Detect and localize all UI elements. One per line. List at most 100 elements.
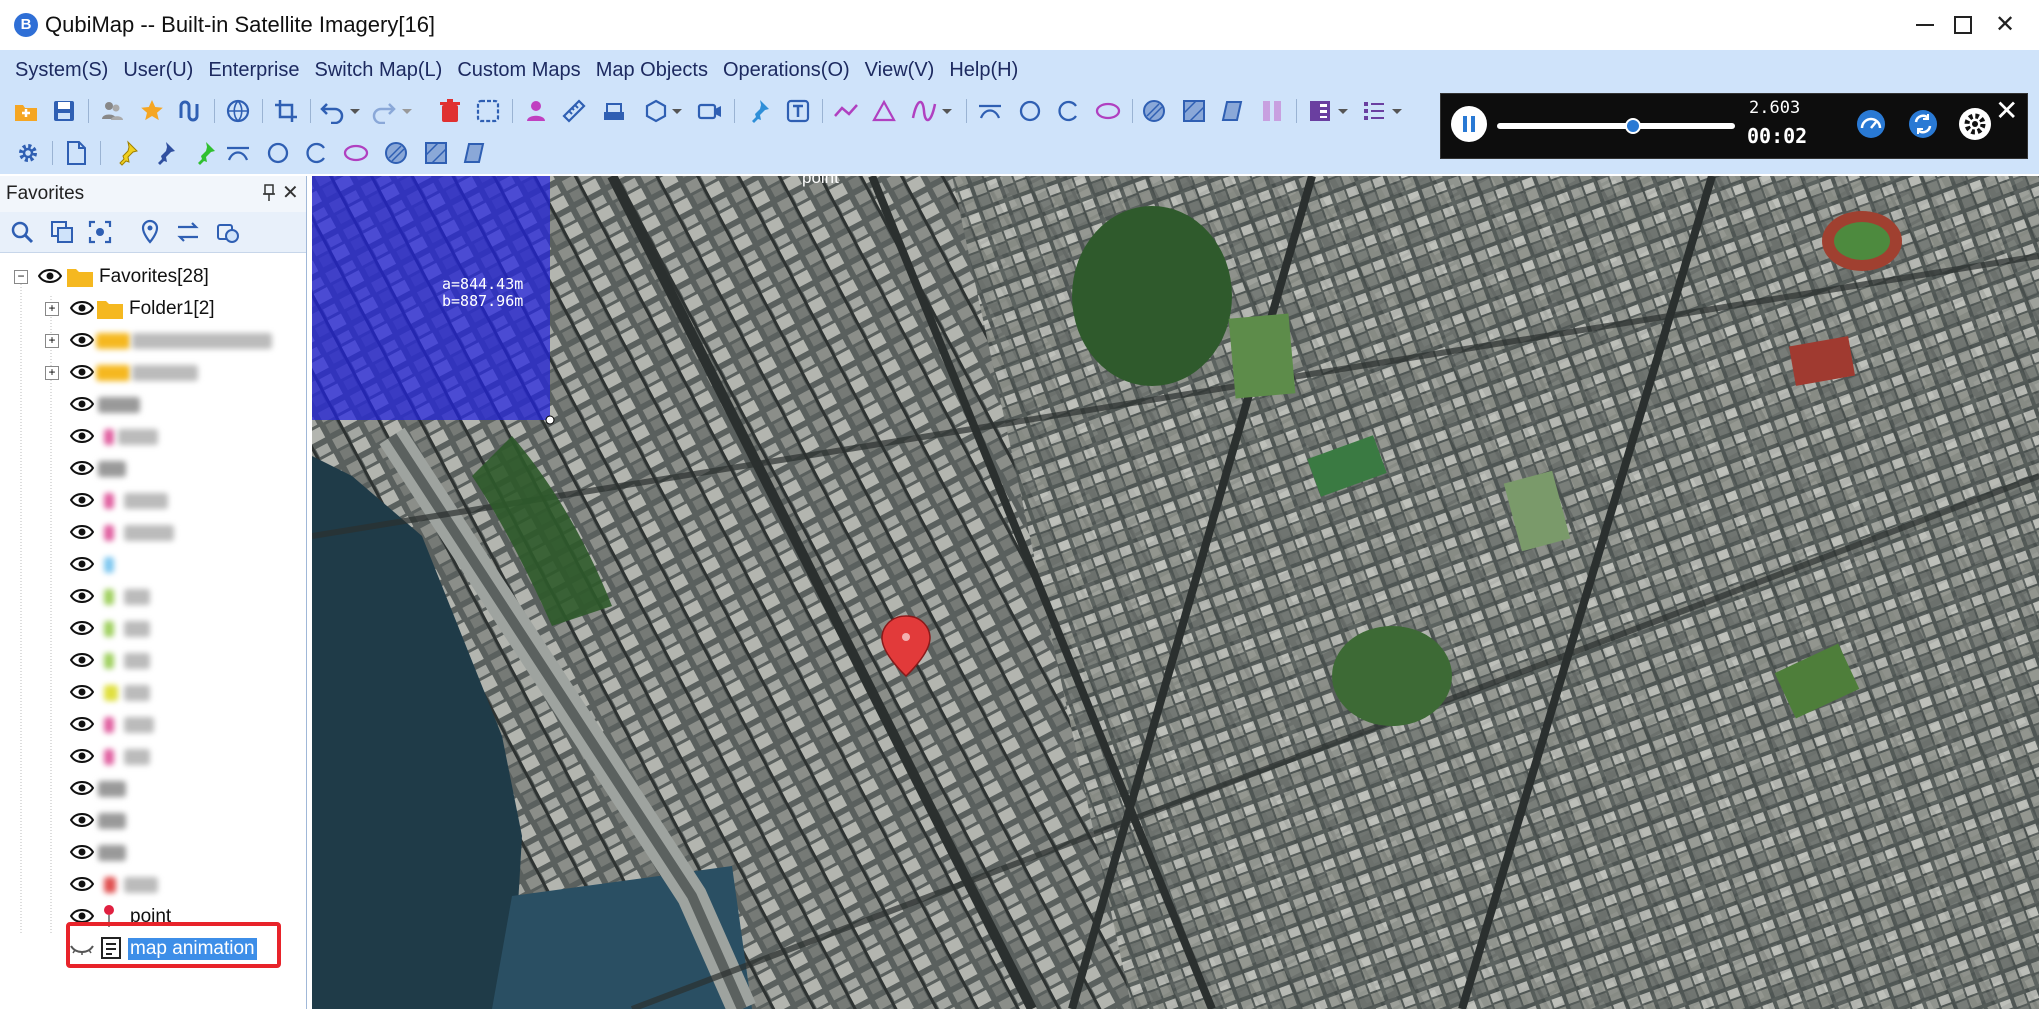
arc-icon-2[interactable] — [302, 139, 330, 167]
visibility-eye-icon[interactable] — [70, 619, 94, 637]
copy-icon[interactable] — [48, 218, 76, 246]
crop-icon[interactable] — [272, 97, 300, 125]
menu-map-objects[interactable]: Map Objects — [589, 50, 715, 90]
visibility-eye-icon[interactable] — [70, 459, 94, 477]
curve-icon[interactable] — [910, 97, 938, 125]
hatch-shape-icon-2[interactable] — [460, 139, 488, 167]
visibility-eye-icon[interactable] — [70, 555, 94, 573]
speedometer-icon[interactable] — [1853, 106, 1889, 142]
menu-switch-map[interactable]: Switch Map(L) — [308, 50, 450, 90]
pin-tool-icon[interactable] — [744, 97, 772, 125]
locate-user-icon[interactable] — [522, 97, 550, 125]
tree-item-blurred[interactable] — [0, 582, 306, 612]
player-settings-icon[interactable] — [1957, 106, 1993, 142]
tree-item-blurred[interactable] — [0, 390, 306, 420]
circle-icon-2[interactable] — [264, 139, 292, 167]
resize-handle[interactable] — [545, 415, 555, 425]
redo-icon[interactable] — [370, 97, 398, 125]
tree-item-blurred[interactable] — [0, 806, 306, 836]
tree-item-blurred[interactable] — [0, 550, 306, 580]
tree-item-blurred[interactable] — [0, 870, 306, 900]
pin-panel-icon[interactable] — [262, 184, 276, 202]
visibility-eye-icon[interactable] — [70, 811, 94, 829]
visibility-eye-icon[interactable] — [70, 523, 94, 541]
panel-icon[interactable] — [1306, 97, 1334, 125]
redo-dropdown-icon[interactable] — [400, 97, 414, 125]
visibility-eye-icon[interactable] — [38, 267, 62, 285]
visibility-eye-icon[interactable] — [70, 491, 94, 509]
star-icon[interactable] — [138, 97, 166, 125]
close-button[interactable]: ✕ — [1970, 0, 2039, 50]
tree-item-blurred[interactable] — [0, 518, 306, 548]
polyline-icon[interactable] — [832, 97, 860, 125]
tree-item-blurred[interactable] — [0, 774, 306, 804]
curve-dropdown-icon[interactable] — [940, 97, 954, 125]
locate-icon[interactable] — [136, 218, 164, 246]
visibility-eye-icon[interactable] — [70, 427, 94, 445]
hatch-square-icon[interactable] — [1180, 97, 1208, 125]
satellite-map[interactable]: a=844.43m b=887.96m point — [312, 176, 2039, 1009]
transfer-icon[interactable] — [174, 218, 202, 246]
pause-button[interactable] — [1451, 106, 1487, 142]
arc-icon[interactable] — [1054, 97, 1082, 125]
tree-folder1[interactable]: + Folder1[2] — [0, 294, 306, 324]
visibility-eye-icon[interactable] — [70, 299, 94, 317]
blue-pin-icon[interactable] — [150, 139, 178, 167]
tree-folder-blurred[interactable]: + — [0, 326, 306, 356]
tree-item-blurred[interactable] — [0, 614, 306, 644]
tree-root[interactable]: − Favorites[28] — [0, 262, 306, 292]
screenshot-icon[interactable] — [86, 218, 114, 246]
collapse-toggle[interactable]: − — [14, 270, 28, 284]
player-close-icon[interactable]: ✕ — [1995, 94, 2018, 127]
tree-item-blurred[interactable] — [0, 710, 306, 740]
video-icon[interactable] — [696, 97, 724, 125]
menu-enterprise[interactable]: Enterprise — [201, 50, 306, 90]
visibility-eye-icon[interactable] — [70, 715, 94, 733]
visibility-eye-icon[interactable] — [70, 683, 94, 701]
expand-toggle[interactable]: + — [45, 302, 59, 316]
tree-item-blurred[interactable] — [0, 646, 306, 676]
menu-system[interactable]: System(S) — [8, 50, 115, 90]
menu-user[interactable]: User(U) — [116, 50, 200, 90]
visibility-eye-icon[interactable] — [70, 875, 94, 893]
playback-slider[interactable] — [1497, 118, 1735, 134]
visibility-eye-icon[interactable] — [70, 587, 94, 605]
search-icon[interactable] — [8, 218, 36, 246]
ellipse-icon-2[interactable] — [342, 139, 370, 167]
close-panel-icon[interactable]: ✕ — [282, 180, 299, 205]
delete-icon[interactable] — [436, 97, 464, 125]
tree-item-blurred[interactable] — [0, 486, 306, 516]
save-icon[interactable] — [50, 97, 78, 125]
triangle-icon[interactable] — [870, 97, 898, 125]
visibility-eye-icon[interactable] — [70, 363, 94, 381]
layers-icon[interactable] — [214, 218, 242, 246]
settings-gear-icon[interactable] — [14, 139, 42, 167]
arc-line-icon-2[interactable] — [224, 139, 252, 167]
playback-slider-thumb[interactable] — [1624, 118, 1641, 134]
columns-icon[interactable] — [1258, 97, 1286, 125]
yellow-pin-icon[interactable] — [112, 139, 140, 167]
visibility-eye-icon[interactable] — [70, 747, 94, 765]
polygon-dropdown-icon[interactable] — [670, 97, 684, 125]
ellipse-icon[interactable] — [1094, 97, 1122, 125]
visibility-eye-icon[interactable] — [70, 331, 94, 349]
ruler-icon[interactable] — [560, 97, 588, 125]
visibility-eye-icon[interactable] — [70, 779, 94, 797]
undo-icon[interactable] — [318, 97, 346, 125]
tree-item-blurred[interactable] — [0, 838, 306, 868]
tree-item-blurred[interactable] — [0, 422, 306, 452]
menu-view[interactable]: View(V) — [858, 50, 942, 90]
open-file-icon[interactable] — [12, 97, 40, 125]
visibility-eye-icon[interactable] — [70, 395, 94, 413]
hatch-square-icon-2[interactable] — [422, 139, 450, 167]
polygon-tool-icon[interactable] — [642, 97, 670, 125]
hatch-circle-icon-2[interactable] — [382, 139, 410, 167]
route-icon[interactable] — [176, 97, 204, 125]
hatch-circle-icon[interactable] — [1140, 97, 1168, 125]
hatch-shape-icon[interactable] — [1218, 97, 1246, 125]
select-area-icon[interactable] — [474, 97, 502, 125]
list-dropdown-icon[interactable] — [1390, 97, 1404, 125]
undo-dropdown-icon[interactable] — [348, 97, 362, 125]
circle-icon[interactable] — [1016, 97, 1044, 125]
menu-custom-maps[interactable]: Custom Maps — [450, 50, 587, 90]
